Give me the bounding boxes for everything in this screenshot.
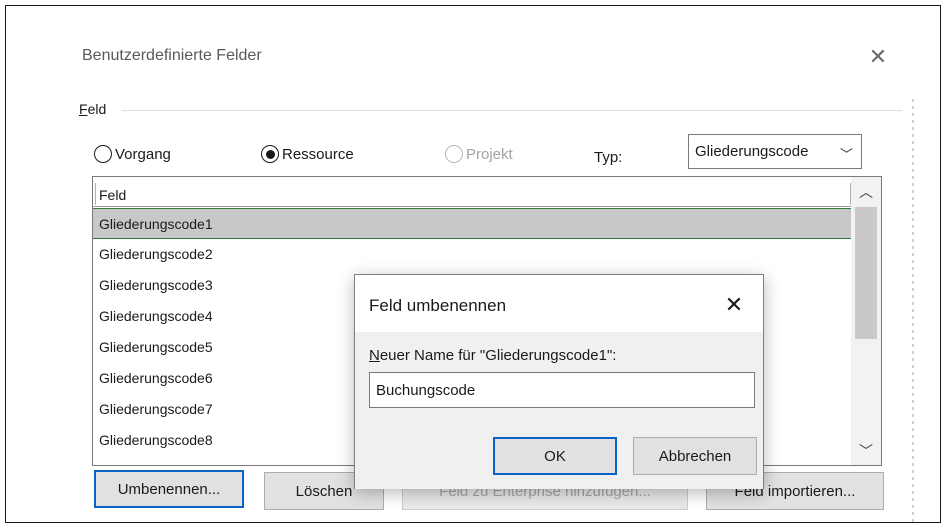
ok-button[interactable]: OK xyxy=(493,437,617,475)
dialog-title: Feld umbenennen xyxy=(369,296,507,315)
chevron-down-icon[interactable]: ﹀ xyxy=(851,439,881,463)
close-icon[interactable]: ✕ xyxy=(719,290,749,320)
cancel-button[interactable]: Abbrechen xyxy=(633,437,757,475)
close-icon[interactable]: ✕ xyxy=(864,43,892,71)
dialog-title: Benutzerdefinierte Felder xyxy=(82,47,262,64)
dotted-separator xyxy=(912,99,914,522)
type-dropdown[interactable]: Gliederungscode ﹀ xyxy=(688,134,862,169)
list-column-header[interactable]: Feld xyxy=(93,177,851,207)
radio-projekt: Projekt xyxy=(445,145,513,163)
rename-field-dialog: Feld umbenennen ✕ Neuer Name für "Gliede… xyxy=(354,274,764,489)
list-item[interactable]: Gliederungscode2 xyxy=(93,239,851,270)
screenshot-frame: Benutzerdefinierte Felder ✕ Feld Vorgang… xyxy=(5,5,941,523)
radio-circle xyxy=(445,145,463,163)
chevron-up-icon[interactable]: ︿ xyxy=(851,180,881,204)
radio-ressource[interactable]: Ressource xyxy=(261,145,354,163)
list-scrollbar[interactable]: ︿ ﹀ xyxy=(851,177,881,465)
radio-circle xyxy=(261,145,279,163)
group-divider xyxy=(122,110,902,111)
radio-vorgang[interactable]: Vorgang xyxy=(94,145,171,163)
field-group-label: Feld xyxy=(79,101,107,117)
list-item[interactable]: Gliederungscode1 xyxy=(93,208,851,239)
rename-button[interactable]: Umbenennen... xyxy=(94,470,244,508)
scrollbar-thumb[interactable] xyxy=(855,207,877,339)
dialog-body: Neuer Name für "Gliederungscode1": OK Ab… xyxy=(355,332,763,489)
type-label: Typ: xyxy=(594,149,623,166)
new-name-input[interactable] xyxy=(369,372,755,408)
new-name-label: Neuer Name für "Gliederungscode1": xyxy=(369,347,617,364)
radio-circle xyxy=(94,145,112,163)
chevron-down-icon: ﹀ xyxy=(839,147,853,162)
